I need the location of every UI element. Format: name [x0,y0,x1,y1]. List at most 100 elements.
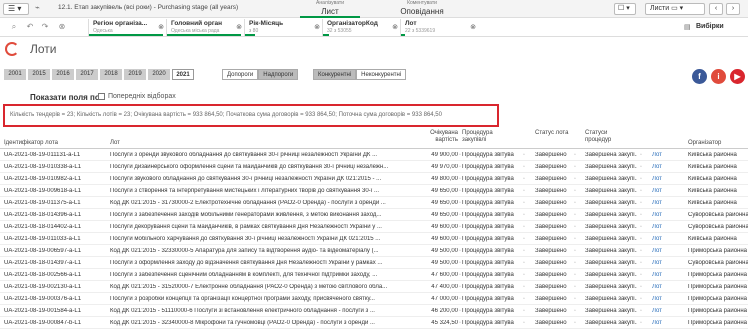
cell-menu-icon[interactable]: ▫ [459,200,461,206]
next-sheet-button[interactable]: › [726,3,740,15]
facebook-icon[interactable]: f [692,69,707,84]
cell-menu-icon[interactable]: ▫ [640,188,642,194]
cell-lot-link[interactable]: Лот [652,224,674,231]
cell-menu-icon[interactable]: ▫ [523,224,525,230]
tab-analyze[interactable]: Аналізувати Лист [300,0,360,18]
close-icon[interactable]: ⊗ [392,23,398,31]
selections-icon[interactable]: ▤ [684,23,691,31]
cell-menu-icon[interactable]: ▫ [459,152,461,158]
cell-lot-link[interactable]: Лот [652,200,674,207]
cell-menu-icon[interactable]: ▫ [459,248,461,254]
cell-menu-icon[interactable]: ▫ [640,224,642,230]
table-row[interactable]: UA-2021-08-19-010338-a-L1 Послуги дизайне… [0,162,748,173]
cell-menu-icon[interactable]: ▫ [523,164,525,170]
cell-menu-icon[interactable]: ▫ [459,308,461,314]
cell-menu-icon[interactable]: ▫ [523,272,525,278]
cell-menu-icon[interactable]: ▫ [574,260,576,266]
cell-lot-link[interactable]: Лот [652,308,674,315]
below-threshold-button[interactable]: Допороги [222,69,259,80]
cell-lot-link[interactable]: Лот [652,212,674,219]
cell-menu-icon[interactable]: ▫ [523,188,525,194]
table-row[interactable]: UA-2021-08-19-009618-a-L1 Послуги з створ… [0,186,748,197]
close-icon[interactable]: ⊗ [470,23,476,31]
cell-menu-icon[interactable]: ▫ [640,212,642,218]
year-button[interactable]: 2001 [4,69,26,80]
cell-menu-icon[interactable]: ▫ [574,320,576,326]
youtube-icon[interactable]: ▶ [730,69,745,84]
table-row[interactable]: UA-2021-08-19-000376-a-L1 Послуги з розро… [0,294,748,305]
cell-menu-icon[interactable]: ▫ [640,320,642,326]
cell-menu-icon[interactable]: ▫ [459,212,461,218]
year-button[interactable]: 2017 [76,69,98,80]
year-button[interactable]: 2020 [148,69,170,80]
cell-menu-icon[interactable]: ▫ [523,320,525,326]
cell-lot-link[interactable]: Лот [652,260,674,267]
noncompetitive-button[interactable]: Неконкурентні [356,69,407,80]
cell-menu-icon[interactable]: ▫ [574,248,576,254]
cell-menu-icon[interactable]: ▫ [640,284,642,290]
cell-menu-icon[interactable]: ▫ [459,284,461,290]
cell-menu-icon[interactable]: ▫ [523,260,525,266]
cell-menu-icon[interactable]: ▫ [640,176,642,182]
table-row[interactable]: UA-2021-08-18-014402-a-L1 Послуги декорув… [0,222,748,233]
previous-selections-checkbox[interactable] [98,93,105,100]
close-icon[interactable]: ⊗ [158,23,164,31]
cell-menu-icon[interactable]: ▫ [459,320,461,326]
cell-menu-icon[interactable]: ▫ [574,152,576,158]
table-row[interactable]: UA-2021-08-19-001584-a-L1 Код ДК 021:2015… [0,306,748,317]
cell-menu-icon[interactable]: ▫ [459,176,461,182]
above-threshold-button[interactable]: Надпороги [258,69,299,80]
cell-lot-link[interactable]: Лот [652,272,674,279]
table-row[interactable]: UA-2021-08-19-011375-a-L1 Код ДК 021:2015… [0,198,748,209]
cell-menu-icon[interactable]: ▫ [523,284,525,290]
year-button[interactable]: 2015 [28,69,50,80]
cell-lot-link[interactable]: Лот [652,164,674,171]
cell-menu-icon[interactable]: ▫ [574,308,576,314]
cell-menu-icon[interactable]: ▫ [459,164,461,170]
cell-menu-icon[interactable]: ▫ [640,200,642,206]
cell-menu-icon[interactable]: ▫ [459,224,461,230]
cell-menu-icon[interactable]: ▫ [574,176,576,182]
table-row[interactable]: UA-2021-08-19-000847-b-L1 Код ДК 021:2015… [0,318,748,329]
cell-menu-icon[interactable]: ▫ [459,272,461,278]
cell-menu-icon[interactable]: ▫ [640,248,642,254]
cell-menu-icon[interactable]: ▫ [640,296,642,302]
cell-menu-icon[interactable]: ▫ [574,224,576,230]
menu-button[interactable]: ☰ ▾ [3,3,29,15]
cell-menu-icon[interactable]: ▫ [523,248,525,254]
cell-menu-icon[interactable]: ▫ [523,236,525,242]
smart-search-icon[interactable]: ⌕ [8,22,20,33]
cell-menu-icon[interactable]: ▫ [574,296,576,302]
step-back-icon[interactable]: ↶ [24,22,36,33]
clear-selections-icon[interactable]: ⊗ [56,22,68,33]
cell-menu-icon[interactable]: ▫ [523,308,525,314]
selection-chip-region[interactable]: Регіон організа... Одеська ⊗ [88,19,166,36]
cell-lot-link[interactable]: Лот [652,320,674,327]
cell-menu-icon[interactable]: ▫ [574,212,576,218]
cell-lot-link[interactable]: Лот [652,188,674,195]
table-row[interactable]: UA-2021-08-19-010982-a-L1 Послуги звуково… [0,174,748,185]
cell-menu-icon[interactable]: ▫ [574,188,576,194]
cell-menu-icon[interactable]: ▫ [640,164,642,170]
cell-menu-icon[interactable]: ▫ [640,272,642,278]
cell-menu-icon[interactable]: ▫ [523,176,525,182]
cell-menu-icon[interactable]: ▫ [574,164,576,170]
prev-sheet-button[interactable]: ‹ [709,3,723,15]
close-icon[interactable]: ⊗ [236,23,242,31]
cell-menu-icon[interactable]: ▫ [574,236,576,242]
year-button-active[interactable]: 2021 [172,69,194,80]
table-row[interactable]: UA-2021-08-19-011131-a-L1 Послуги з оренд… [0,150,748,161]
year-button[interactable]: 2018 [100,69,122,80]
forward-arrow-icon[interactable]: ⌁ [35,3,40,12]
sheets-dropdown[interactable]: Листи ▭ ▾ [645,3,705,15]
year-button[interactable]: 2016 [52,69,74,80]
tab-narrate[interactable]: Коментувати Оповідання [392,0,452,18]
competitive-button[interactable]: Конкурентні [313,69,357,80]
selections-button[interactable]: Вибірки [696,23,724,30]
cell-menu-icon[interactable]: ▫ [574,272,576,278]
cell-lot-link[interactable]: Лот [652,176,674,183]
cell-menu-icon[interactable]: ▫ [640,236,642,242]
selection-chip-lot[interactable]: Лот 22 з 5339619 ⊗ [400,19,478,36]
cell-lot-link[interactable]: Лот [652,296,674,303]
app-title[interactable]: 12.1. Етап закупівель (всі роки) - Purch… [58,4,238,11]
